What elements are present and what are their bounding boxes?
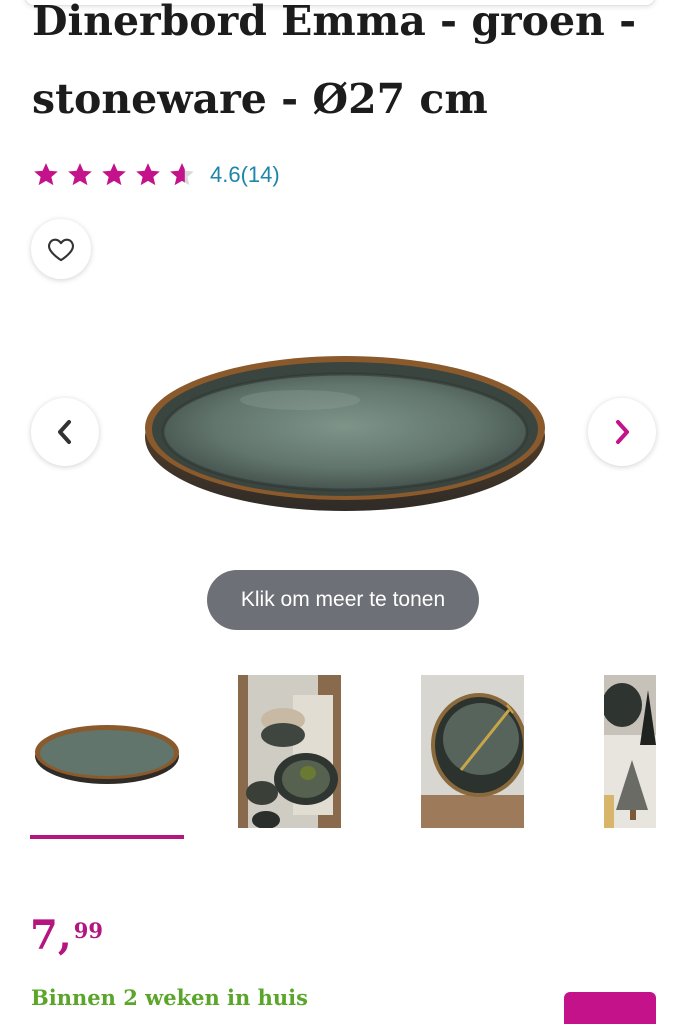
product-rating[interactable]: 4.6(14) <box>32 158 280 192</box>
rating-value[interactable]: 4.6(14) <box>210 162 280 188</box>
thumbnail-plates-fork-image <box>421 675 524 828</box>
thumbnail-3[interactable] <box>421 675 524 828</box>
thumbnail-2[interactable] <box>238 675 341 828</box>
thumbnail-4[interactable] <box>604 675 656 828</box>
chevron-right-icon <box>616 420 629 444</box>
rating-stars <box>32 161 196 189</box>
thumbnail-christmas-image <box>604 675 656 828</box>
gallery-prev-button[interactable] <box>31 398 99 466</box>
half-star-icon <box>170 163 194 186</box>
favorite-button[interactable] <box>31 219 91 279</box>
show-more-button[interactable]: Klik om meer te tonen <box>207 570 479 630</box>
price-comma: , <box>57 912 72 959</box>
product-price: 7,99 <box>30 914 103 958</box>
gallery-next-button[interactable] <box>588 398 656 466</box>
product-title-line-2: stoneware - Ø27 cm <box>32 75 488 123</box>
price-decimals: 99 <box>73 918 104 943</box>
product-title: Dinerbord Emma - groen - stoneware - Ø27… <box>32 0 662 138</box>
thumbnail-selected-indicator <box>30 835 184 839</box>
product-image-plate[interactable] <box>140 340 550 520</box>
star-icon <box>136 163 160 186</box>
delivery-info: Binnen 2 weken in huis <box>31 985 308 1010</box>
add-to-cart-button[interactable] <box>564 992 656 1024</box>
chevron-left-icon <box>58 420 71 444</box>
thumbnail-table-setting-image <box>238 675 341 828</box>
star-icon <box>34 163 58 186</box>
price-integer: 7 <box>30 912 58 959</box>
product-title-line-1: Dinerbord Emma - groen - <box>32 0 637 45</box>
thumbnail-1[interactable] <box>30 700 184 805</box>
show-more-label: Klik om meer te tonen <box>240 588 446 611</box>
star-icon <box>68 163 92 186</box>
heart-outline-icon <box>48 238 74 262</box>
thumbnail-plate-image <box>35 725 179 784</box>
star-icon <box>102 163 126 186</box>
